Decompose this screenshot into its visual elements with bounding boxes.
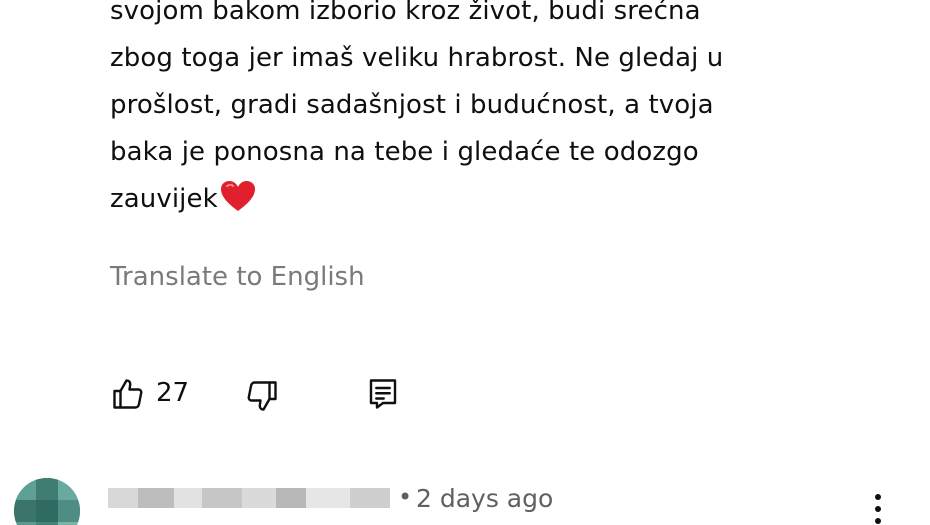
- reply-button[interactable]: [366, 376, 400, 412]
- comment-text: svojom bakom izborio kroz život, budi sr…: [110, 0, 910, 223]
- comment-timestamp: 2 days ago: [416, 484, 554, 513]
- like-button[interactable]: [110, 376, 146, 412]
- dislike-button[interactable]: [244, 378, 280, 414]
- blur-block: [138, 488, 174, 508]
- reply-comment-icon: [369, 379, 397, 409]
- avatar-pixel: [36, 500, 58, 522]
- dot: [875, 494, 881, 500]
- more-options-button[interactable]: [866, 492, 890, 525]
- comment-line: svojom bakom izborio kroz život, budi sr…: [110, 0, 701, 26]
- username-blurred[interactable]: [108, 488, 390, 508]
- avatar-pixel: [58, 478, 80, 500]
- dot: [875, 506, 881, 512]
- blur-block: [350, 488, 390, 508]
- comment-thread: svojom bakom izborio kroz život, budi sr…: [0, 0, 930, 525]
- blur-block: [276, 488, 306, 508]
- comment-line: baka je ponosna na tebe i gledaće te odo…: [110, 137, 699, 167]
- comment-line: prošlost, gradi sadašnjost i budućnost, …: [110, 90, 714, 120]
- blur-block: [174, 488, 202, 508]
- translate-button[interactable]: Translate to English: [110, 262, 365, 292]
- avatar-pixel: [58, 500, 80, 522]
- comment-line: zbog toga jer imaš veliku hrabrost. Ne g…: [110, 43, 724, 73]
- avatar[interactable]: [14, 478, 80, 525]
- blur-block: [306, 488, 350, 508]
- dot: [875, 518, 881, 524]
- avatar-pixel: [14, 500, 36, 522]
- comment-line-last: zauvijek: [110, 176, 910, 223]
- blur-block: [202, 488, 242, 508]
- avatar-pixel: [14, 478, 36, 500]
- comment-actions: 27: [110, 372, 430, 416]
- like-count: 27: [156, 378, 190, 408]
- separator-dot: •: [398, 483, 413, 511]
- heart-emoji-icon: [220, 181, 255, 211]
- thumbs-down-icon: [247, 381, 277, 411]
- avatar-pixel: [36, 478, 58, 500]
- blur-block: [242, 488, 276, 508]
- blur-block: [108, 488, 138, 508]
- thumbs-up-icon: [113, 379, 143, 409]
- next-comment-header: • 2 days ago: [0, 470, 930, 525]
- comment-line-text: zauvijek: [110, 184, 218, 214]
